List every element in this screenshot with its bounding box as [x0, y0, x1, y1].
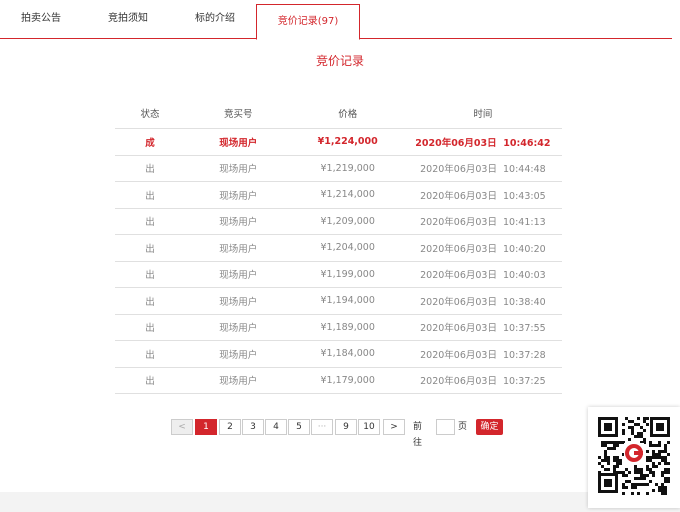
row-price: ¥1,209,000: [291, 208, 404, 235]
page-button-10[interactable]: 10: [358, 419, 380, 435]
table-row: 出 现场用户 ¥1,199,000 2020年06月03日 10:40:03: [115, 261, 562, 288]
row-status: 出: [115, 314, 185, 341]
row-bidder: 现场用户: [184, 367, 292, 394]
goto-label: 前往: [413, 422, 423, 448]
row-price: ¥1,194,000: [291, 287, 404, 315]
qr-code-panel: [588, 407, 680, 508]
row-bidder: 现场用户: [184, 208, 292, 235]
confirm-button[interactable]: 确定: [476, 419, 503, 435]
row-time: 2020年06月03日 10:38:40: [403, 287, 562, 315]
header-bidder-number: 竞买号: [184, 98, 292, 129]
row-status: 出: [115, 234, 185, 262]
next-page-button[interactable]: >: [383, 419, 405, 435]
row-bidder: 现场用户: [184, 261, 292, 288]
row-time: 2020年06月03日 10:43:05: [403, 181, 562, 209]
page-button-5[interactable]: 5: [288, 419, 310, 435]
row-time: 2020年06月03日 10:46:42: [403, 128, 562, 156]
row-status: 出: [115, 208, 185, 235]
header-price: 价格: [291, 98, 404, 129]
table-row: 出 现场用户 ¥1,189,000 2020年06月03日 10:37:55: [115, 314, 562, 341]
row-bidder: 现场用户: [184, 234, 292, 262]
tab-auction-notice[interactable]: 拍卖公告: [0, 0, 82, 38]
row-bidder: 现场用户: [184, 155, 292, 182]
row-status: 出: [115, 261, 185, 288]
row-bidder: 现场用户: [184, 314, 292, 341]
row-status: 出: [115, 367, 185, 394]
row-time: 2020年06月03日 10:37:55: [403, 314, 562, 341]
row-status: 出: [115, 155, 185, 182]
page-button-4[interactable]: 4: [265, 419, 287, 435]
prev-page-button[interactable]: <: [171, 419, 193, 435]
table-row: 出 现场用户 ¥1,204,000 2020年06月03日 10:40:20: [115, 234, 562, 262]
table-row: 出 现场用户 ¥1,194,000 2020年06月03日 10:38:40: [115, 287, 562, 315]
row-price: ¥1,204,000: [291, 234, 404, 262]
row-status: 成: [115, 128, 185, 156]
page-jump-input[interactable]: [436, 419, 455, 435]
table-header-row: 状态 竞买号 价格 时间: [115, 98, 562, 129]
tab-bar: 拍卖公告 竞拍须知 标的介绍 竞价记录(97): [0, 0, 672, 40]
page-card: 拍卖公告 竞拍须知 标的介绍 竞价记录(97) 竞价记录 状态 竞买号 价格 时…: [0, 0, 680, 492]
table-row: 出 现场用户 ¥1,209,000 2020年06月03日 10:41:13: [115, 208, 562, 235]
row-price: ¥1,184,000: [291, 340, 404, 368]
row-price: ¥1,214,000: [291, 181, 404, 209]
row-price: ¥1,199,000: [291, 261, 404, 288]
bid-records-table: 状态 竞买号 价格 时间 成 现场用户 ¥1,224,000 2020年06月0…: [115, 98, 562, 394]
row-price: ¥1,224,000: [291, 128, 404, 156]
table-row: 成 现场用户 ¥1,224,000 2020年06月03日 10:46:42: [115, 128, 562, 156]
row-time: 2020年06月03日 10:40:20: [403, 234, 562, 262]
page-button-9[interactable]: 9: [335, 419, 357, 435]
section-title: 竞价记录: [315, 54, 364, 68]
row-price: ¥1,219,000: [291, 155, 404, 182]
row-bidder: 现场用户: [184, 128, 292, 156]
tab-bidding-rules[interactable]: 竞拍须知: [82, 0, 174, 38]
row-price: ¥1,179,000: [291, 367, 404, 394]
header-time: 时间: [403, 98, 562, 129]
tab-bid-records[interactable]: 竞价记录(97): [256, 4, 360, 40]
table-row: 出 现场用户 ¥1,214,000 2020年06月03日 10:43:05: [115, 181, 562, 209]
page-unit-label: 页: [458, 422, 468, 432]
header-status: 状态: [115, 98, 185, 129]
table-row: 出 现场用户 ¥1,179,000 2020年06月03日 10:37:25: [115, 367, 562, 394]
tab-item-intro[interactable]: 标的介绍: [174, 0, 256, 38]
page-button-1[interactable]: 1: [195, 419, 217, 435]
row-bidder: 现场用户: [184, 287, 292, 315]
page-button-2[interactable]: 2: [219, 419, 241, 435]
row-time: 2020年06月03日 10:40:03: [403, 261, 562, 288]
row-time: 2020年06月03日 10:37:28: [403, 340, 562, 368]
row-time: 2020年06月03日 10:44:48: [403, 155, 562, 182]
row-status: 出: [115, 340, 185, 368]
row-bidder: 现场用户: [184, 340, 292, 368]
table-row: 出 现场用户 ¥1,219,000 2020年06月03日 10:44:48: [115, 155, 562, 182]
row-bidder: 现场用户: [184, 181, 292, 209]
more-pages-button[interactable]: ···: [311, 419, 333, 435]
page-button-3[interactable]: 3: [242, 419, 264, 435]
table-row: 出 现场用户 ¥1,184,000 2020年06月03日 10:37:28: [115, 340, 562, 368]
row-status: 出: [115, 287, 185, 315]
row-status: 出: [115, 181, 185, 209]
row-price: ¥1,189,000: [291, 314, 404, 341]
row-time: 2020年06月03日 10:41:13: [403, 208, 562, 235]
row-time: 2020年06月03日 10:37:25: [403, 367, 562, 394]
qr-code-image: [588, 407, 680, 508]
